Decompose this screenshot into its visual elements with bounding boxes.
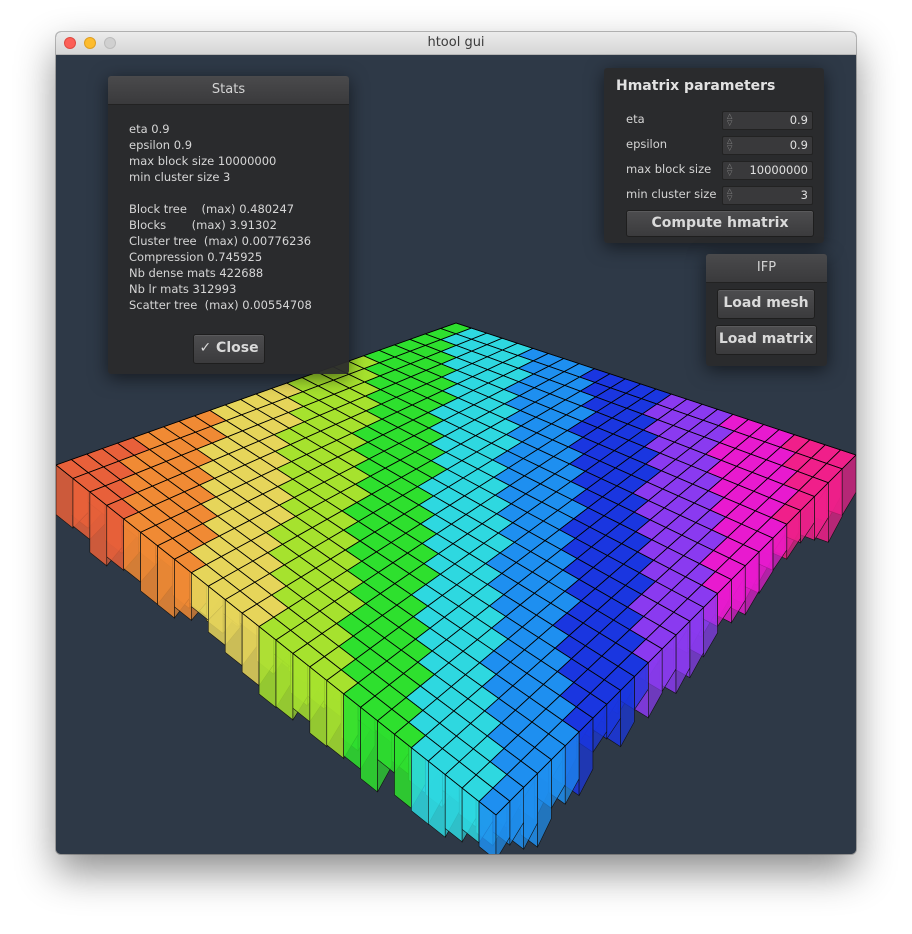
spin-arrows-icon[interactable]: △ ▽ [727, 188, 732, 202]
stats-timing-line: Nb dense mats 422688 [129, 266, 264, 280]
block-side [258, 625, 277, 709]
close-stats-button[interactable]: ✓ Close [193, 334, 265, 364]
epsilon-spinbox[interactable]: △ ▽ 0.9 [722, 136, 813, 155]
stats-timing-line: Nb lr mats 312993 [129, 282, 237, 296]
stats-timing-line: Compression 0.745925 [129, 250, 263, 264]
title-bar[interactable]: htool gui [56, 32, 856, 55]
stats-panel: Stats eta 0.9 epsilon 0.9 max block size… [108, 76, 349, 374]
spin-arrows-icon[interactable]: △ ▽ [727, 163, 732, 177]
block-side [275, 639, 294, 721]
load-mesh-button[interactable]: Load mesh [717, 289, 815, 319]
stats-lines: eta 0.9 epsilon 0.9 max block size 10000… [129, 121, 312, 313]
max-block-size-label: max block size [626, 162, 712, 176]
stats-header[interactable]: Stats [108, 76, 349, 105]
min-cluster-size-value: 3 [800, 188, 808, 202]
ifp-header[interactable]: IFP [706, 254, 827, 283]
eta-value: 0.9 [789, 113, 808, 127]
spin-arrows-icon[interactable]: △ ▽ [727, 138, 732, 152]
min-cluster-size-label: min cluster size [626, 187, 717, 201]
ifp-panel: IFP Load mesh Load matrix [706, 254, 827, 366]
block-side [537, 758, 552, 848]
stats-timing-line: Scatter tree (max) 0.00554708 [129, 298, 312, 312]
block-side [360, 706, 378, 793]
max-block-size-value: 10000000 [749, 163, 808, 177]
epsilon-value: 0.9 [789, 138, 808, 152]
stats-timing-line: Block tree (max) 0.480247 [129, 202, 295, 216]
3d-viewport[interactable]: Stats eta 0.9 epsilon 0.9 max block size… [56, 55, 856, 854]
window-title: htool gui [427, 35, 485, 50]
eta-spinbox[interactable]: △ ▽ 0.9 [722, 111, 813, 130]
stats-param-line: epsilon 0.9 [129, 138, 193, 152]
app-window: htool gui Stats eta 0.9 epsilon 0.9 max … [56, 32, 856, 854]
load-matrix-button[interactable]: Load matrix [715, 325, 817, 355]
stats-param-line: min cluster size 3 [129, 170, 231, 184]
eta-label: eta [626, 112, 645, 126]
max-block-size-spinbox[interactable]: △ ▽ 10000000 [722, 161, 813, 180]
min-cluster-size-spinbox[interactable]: △ ▽ 3 [722, 186, 813, 205]
hmatrix-parameters-panel: Hmatrix parameters eta △ ▽ 0.9 epsilon △ ▽… [604, 68, 824, 243]
compute-hmatrix-button[interactable]: Compute hmatrix [626, 210, 814, 237]
stats-timing-line: Cluster tree (max) 0.00776236 [129, 234, 312, 248]
hmatrix-parameters-title: Hmatrix parameters [616, 78, 776, 94]
stats-param-line: eta 0.9 [129, 122, 170, 136]
stats-param-line: max block size 10000000 [129, 154, 277, 168]
epsilon-label: epsilon [626, 137, 668, 151]
stats-spacer [129, 185, 312, 201]
stats-timing-line: Blocks (max) 3.91302 [129, 218, 277, 232]
spin-arrows-icon[interactable]: △ ▽ [727, 113, 732, 127]
